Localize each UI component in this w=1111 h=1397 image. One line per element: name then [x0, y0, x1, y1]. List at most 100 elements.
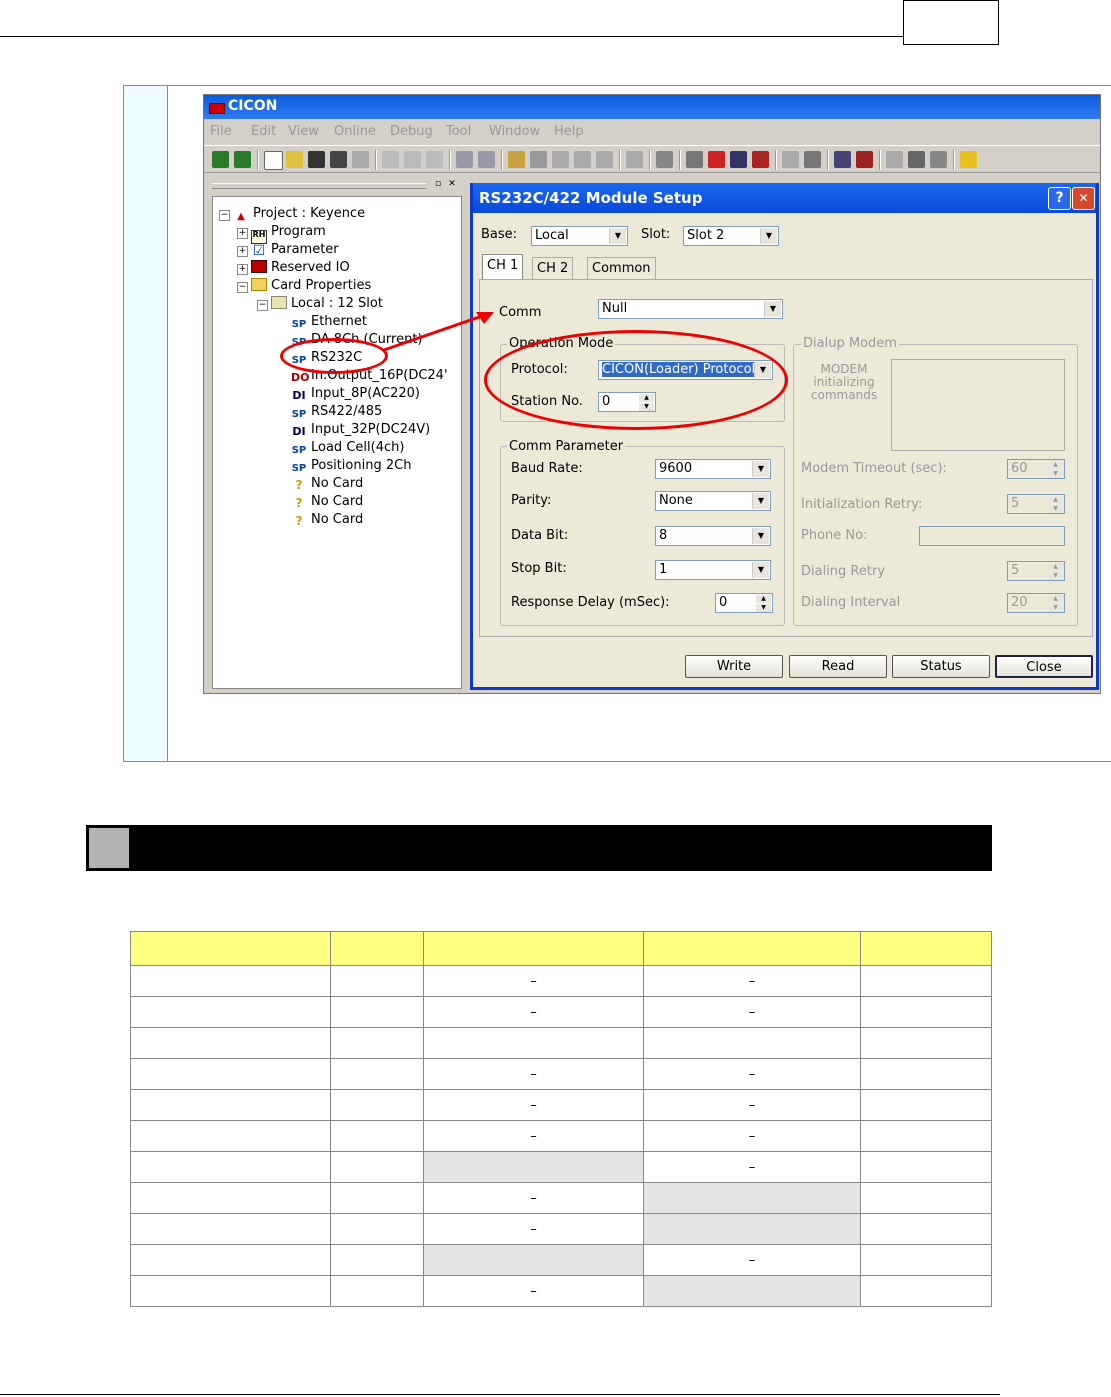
help-icon[interactable] — [960, 151, 977, 168]
replace-icon[interactable] — [552, 151, 569, 168]
spin-down-icon[interactable]: ▼ — [1048, 470, 1063, 478]
tab-ch2[interactable]: CH 2 — [532, 257, 574, 279]
spin-up-icon[interactable]: ▲ — [1048, 563, 1063, 571]
tree-node-load-cell[interactable]: SP Load Cell(4ch) — [291, 439, 405, 457]
tree-node-input-32p[interactable]: DI Input_32P(DC24V) — [291, 421, 430, 439]
compile-icon[interactable] — [656, 151, 673, 168]
erase-icon[interactable] — [782, 151, 799, 168]
spin-down-icon[interactable]: ▼ — [1048, 604, 1063, 612]
init-retry-stepper[interactable]: 5 ▲ ▼ — [1007, 494, 1065, 514]
menu-help[interactable]: Help — [554, 124, 584, 139]
stand-man-icon[interactable] — [908, 151, 925, 168]
redo-icon[interactable] — [478, 151, 495, 168]
tree-node-input-8p[interactable]: DI Input_8P(AC220) — [291, 385, 420, 403]
save-all-icon[interactable] — [330, 151, 347, 168]
tree-node-reserved-io[interactable]: Reserved IO — [251, 259, 350, 277]
tab-ch1[interactable]: CH 1 — [482, 254, 524, 279]
cicon-title-bar[interactable]: CICON — [204, 95, 1100, 119]
expand-icon[interactable]: + — [237, 228, 248, 239]
status-button[interactable]: Status — [892, 655, 990, 678]
dialing-interval-stepper[interactable]: 20 ▲ ▼ — [1007, 593, 1065, 613]
tree-node-ethernet[interactable]: SP Ethernet — [291, 313, 367, 331]
run-man-icon[interactable] — [886, 151, 903, 168]
slot-select[interactable]: Slot 2 ▼ — [683, 226, 779, 246]
spin-down-icon[interactable]: ▼ — [756, 604, 771, 612]
phone-no-field[interactable] — [919, 526, 1065, 546]
run-icon[interactable] — [834, 151, 851, 168]
dialing-retry-stepper[interactable]: 5 ▲ ▼ — [1007, 561, 1065, 581]
menu-debug[interactable]: Debug — [390, 124, 433, 139]
help-button[interactable]: ? — [1048, 187, 1071, 210]
spin-up-icon[interactable]: ▲ — [756, 595, 771, 603]
jump-icon[interactable] — [626, 151, 643, 168]
tree-node-card-properties[interactable]: Card Properties — [251, 277, 371, 295]
spin-up-icon[interactable]: ▲ — [1048, 595, 1063, 603]
download-icon[interactable] — [730, 151, 747, 168]
expand-icon[interactable]: + — [237, 264, 248, 275]
paste-icon[interactable] — [426, 151, 443, 168]
modem-timeout-stepper[interactable]: 60 ▲ ▼ — [1007, 459, 1065, 479]
parity-select[interactable]: None ▼ — [655, 491, 771, 511]
modem-init-field[interactable] — [891, 359, 1065, 451]
print-icon[interactable] — [352, 151, 369, 168]
stop-icon[interactable] — [856, 151, 873, 168]
replace-all-icon[interactable] — [574, 151, 591, 168]
expand-icon[interactable]: + — [237, 246, 248, 257]
goto-icon[interactable] — [596, 151, 613, 168]
monitor-icon[interactable] — [804, 151, 821, 168]
read-button[interactable]: Read — [789, 655, 887, 678]
menu-tool[interactable]: Tool — [446, 124, 471, 139]
connect-icon[interactable] — [686, 151, 703, 168]
tree-node-project[interactable]: ▲ Project : Keyence — [233, 205, 365, 223]
cicon-app-icon — [209, 103, 225, 114]
close-icon[interactable]: ✕ — [1072, 187, 1095, 210]
tab-common[interactable]: Common — [587, 257, 656, 279]
tree-node-no-card[interactable]: ? No Card — [291, 493, 364, 511]
response-delay-stepper[interactable]: 0 ▲ ▼ — [715, 593, 773, 613]
base-select[interactable]: Local ▼ — [531, 226, 628, 246]
baud-rate-label: Baud Rate: — [511, 461, 583, 476]
tree-node-no-card[interactable]: ? No Card — [291, 511, 364, 529]
spin-down-icon[interactable]: ▼ — [1048, 572, 1063, 580]
tree-node-program[interactable]: RH Program — [251, 223, 326, 244]
tree-node-no-card[interactable]: ? No Card — [291, 475, 364, 493]
stop-bit-select[interactable]: 1 ▼ — [655, 560, 771, 580]
spin-down-icon[interactable]: ▼ — [1048, 505, 1063, 513]
open-folder-icon[interactable] — [286, 151, 303, 168]
new-project-icon[interactable] — [212, 151, 229, 168]
close-pane-icon[interactable]: ✕ — [446, 179, 458, 190]
baud-rate-select[interactable]: 9600 ▼ — [655, 459, 771, 479]
collapse-icon[interactable]: − — [257, 300, 268, 311]
write-button[interactable]: Write — [685, 655, 783, 678]
hand-icon[interactable] — [930, 151, 947, 168]
comm-select[interactable]: Null ▼ — [598, 299, 783, 319]
table-cell — [130, 965, 331, 997]
collapse-icon[interactable]: − — [237, 282, 248, 293]
data-bit-select[interactable]: 8 ▼ — [655, 526, 771, 546]
copy-icon[interactable] — [404, 151, 421, 168]
menu-online[interactable]: Online — [334, 124, 376, 139]
dialog-title-bar[interactable]: RS232C/422 Module Setup ? ✕ — [473, 183, 1096, 213]
menu-view[interactable]: View — [288, 124, 319, 139]
spin-up-icon[interactable]: ▲ — [1048, 496, 1063, 504]
tree-node-rs422-485[interactable]: SP RS422/485 — [291, 403, 383, 421]
open-project-icon[interactable] — [234, 151, 251, 168]
close-button[interactable]: Close — [995, 655, 1093, 678]
restore-pane-icon[interactable]: ▫ — [432, 179, 444, 190]
find-next-icon[interactable] — [530, 151, 547, 168]
tree-node-local-slot[interactable]: Local : 12 Slot — [271, 295, 383, 313]
disconnect-icon[interactable] — [708, 151, 725, 168]
new-file-icon[interactable] — [264, 151, 283, 170]
menu-window[interactable]: Window — [489, 124, 540, 139]
find-icon[interactable] — [508, 151, 525, 168]
cut-icon[interactable] — [382, 151, 399, 168]
tree-node-positioning[interactable]: SP Positioning 2Ch — [291, 457, 412, 475]
save-icon[interactable] — [308, 151, 325, 168]
upload-icon[interactable] — [752, 151, 769, 168]
tree-node-parameter[interactable]: ☑ Parameter — [251, 241, 339, 259]
menu-file[interactable]: File — [210, 124, 232, 139]
spin-up-icon[interactable]: ▲ — [1048, 461, 1063, 469]
menu-edit[interactable]: Edit — [251, 124, 276, 139]
undo-icon[interactable] — [456, 151, 473, 168]
collapse-icon[interactable]: − — [219, 210, 230, 221]
